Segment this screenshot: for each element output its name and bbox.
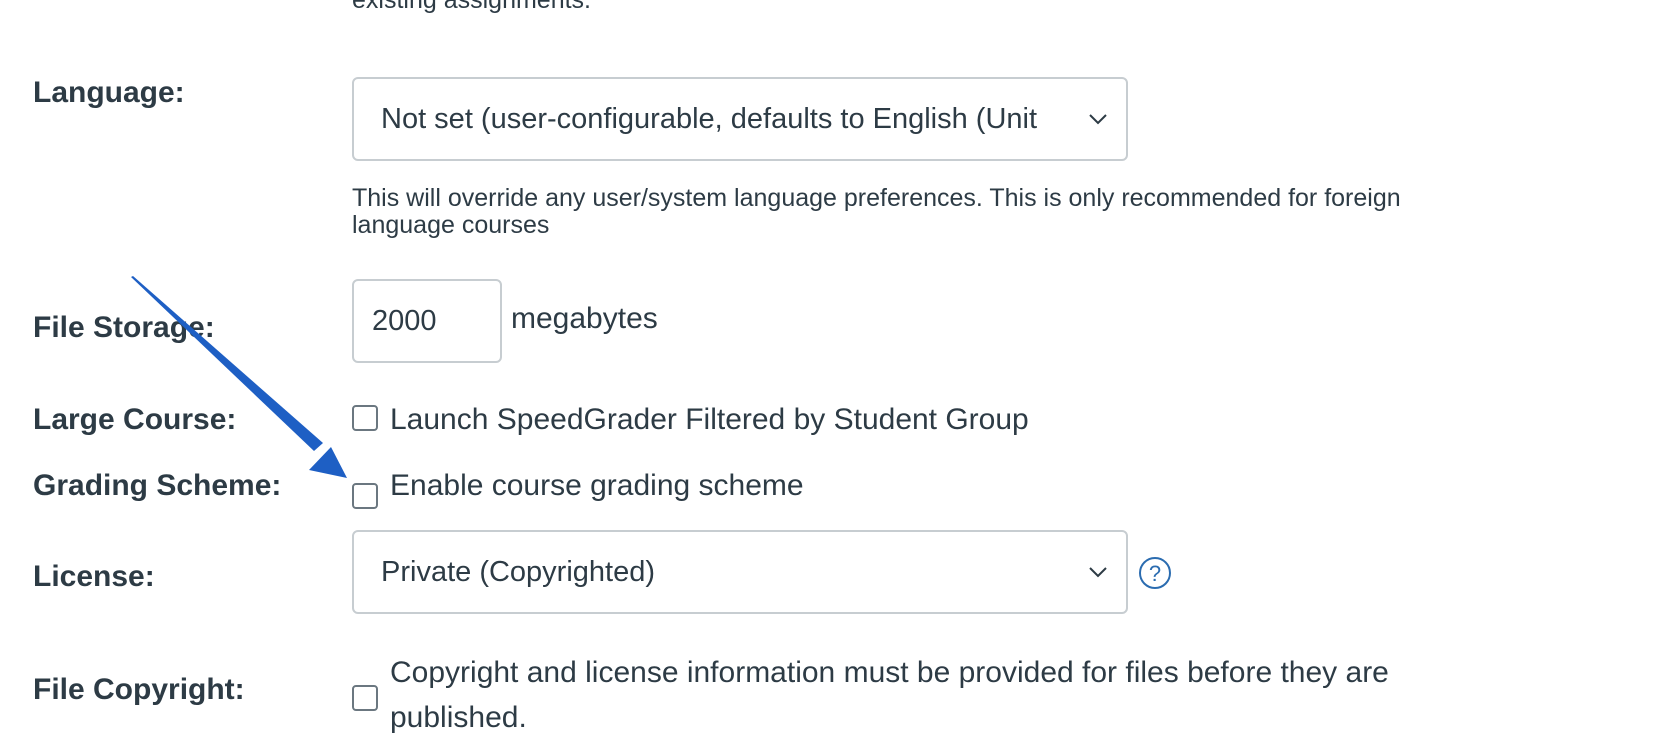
grading-scheme-option-label[interactable]: Enable course grading scheme bbox=[390, 469, 804, 503]
file-copyright-label: File Copyright: bbox=[33, 673, 245, 706]
large-course-option-label[interactable]: Launch SpeedGrader Filtered by Student G… bbox=[390, 403, 1029, 437]
file-storage-label: File Storage: bbox=[33, 311, 215, 344]
large-course-label: Large Course: bbox=[33, 403, 237, 436]
question-circle-icon[interactable]: ? bbox=[1138, 556, 1172, 590]
file-storage-input[interactable] bbox=[352, 279, 502, 363]
license-selected-value: Private (Copyrighted) bbox=[381, 555, 655, 588]
language-select[interactable]: Not set (user-configurable, defaults to … bbox=[352, 77, 1128, 161]
grading-scheme-checkbox[interactable] bbox=[352, 483, 378, 509]
arrow-head bbox=[309, 447, 347, 478]
license-label: License: bbox=[33, 560, 155, 593]
svg-text:?: ? bbox=[1149, 561, 1161, 586]
language-help-line-1: This will override any user/system langu… bbox=[352, 184, 1401, 212]
grading-scheme-label: Grading Scheme: bbox=[33, 469, 282, 502]
file-storage-unit: megabytes bbox=[511, 302, 658, 335]
file-copyright-checkbox[interactable] bbox=[352, 685, 378, 711]
language-help-line-2: language courses bbox=[352, 211, 550, 239]
file-copyright-option-label[interactable]: Copyright and license information must b… bbox=[390, 650, 1389, 740]
file-copyright-option-line-2: published. bbox=[390, 701, 527, 734]
language-selected-value: Not set (user-configurable, defaults to … bbox=[381, 102, 1038, 135]
chevron-down-icon bbox=[1089, 114, 1107, 125]
course-settings-form: existing assignments. Language: Not set … bbox=[0, 0, 1680, 746]
license-select[interactable]: Private (Copyrighted) bbox=[352, 530, 1128, 614]
language-help-text: This will override any user/system langu… bbox=[352, 185, 1401, 239]
cut-off-help-text: existing assignments. bbox=[352, 0, 592, 14]
file-copyright-option-line-1: Copyright and license information must b… bbox=[390, 656, 1389, 689]
large-course-checkbox[interactable] bbox=[352, 405, 378, 431]
language-label: Language: bbox=[33, 76, 185, 109]
chevron-down-icon bbox=[1089, 567, 1107, 578]
